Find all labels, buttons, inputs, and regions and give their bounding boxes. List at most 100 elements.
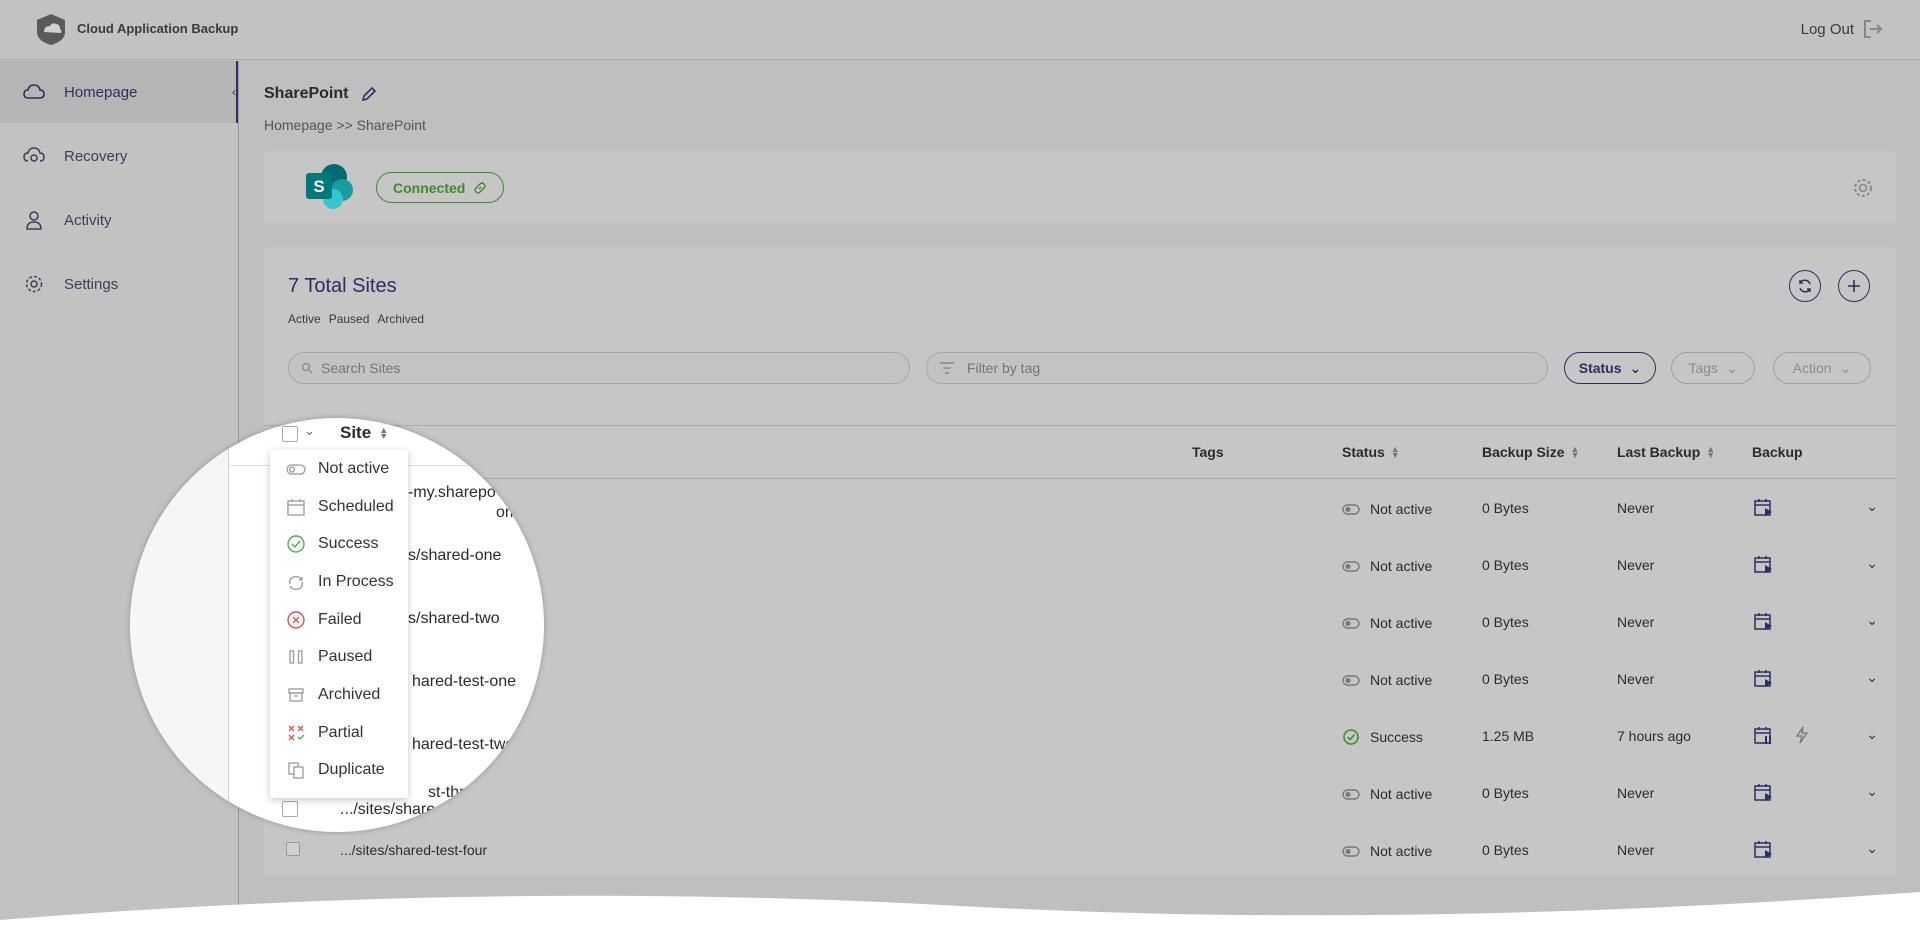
calendar-play-icon[interactable]	[1754, 840, 1774, 860]
calendar-pause-icon[interactable]	[1754, 726, 1774, 746]
menu-item-scheduled[interactable]: Scheduled	[270, 488, 408, 526]
column-site[interactable]: Site ▲ ▼	[340, 423, 388, 443]
select-by-status-menu: Not active Scheduled Success In Process …	[270, 450, 408, 798]
menu-item-in-process[interactable]: In Process	[270, 563, 408, 601]
sidebar-item-label: Settings	[64, 275, 119, 293]
menu-item-archived[interactable]: Archived	[270, 676, 408, 714]
edit-icon[interactable]	[361, 86, 377, 102]
magnified-sidebar	[130, 418, 229, 832]
sidebar-item-homepage[interactable]: Homepage	[0, 61, 238, 123]
sidebar-item-activity[interactable]: Activity	[0, 189, 238, 251]
connected-label: Connected	[393, 179, 466, 196]
toggle-off-icon	[1342, 618, 1360, 629]
duplicate-icon	[288, 762, 304, 780]
column-last-backup[interactable]: Last Backup ▲ ▼	[1617, 444, 1715, 460]
chevron-down-icon[interactable]: ⌄	[1866, 840, 1878, 857]
calendar-play-icon[interactable]	[1754, 783, 1774, 803]
toggle-off-icon	[1342, 504, 1360, 515]
calendar-play-icon[interactable]	[1754, 669, 1774, 689]
chevron-down-icon[interactable]: ⌄	[1866, 669, 1878, 686]
select-all-checkbox[interactable]	[282, 426, 298, 442]
status-cell: Success	[1342, 728, 1423, 746]
column-tags: Tags	[1192, 444, 1224, 460]
chevron-down-icon[interactable]: ⌄	[1866, 612, 1878, 629]
search-sites-box[interactable]	[288, 352, 910, 384]
calendar-play-icon[interactable]	[1754, 498, 1774, 518]
toggle-off-icon	[1342, 846, 1360, 857]
app-logo-icon	[37, 14, 65, 45]
menu-item-paused[interactable]: Paused	[270, 639, 408, 677]
svg-text:S: S	[313, 177, 324, 196]
menu-item-label: Not active	[318, 459, 390, 477]
site-url[interactable]: -my.sharepo	[408, 484, 496, 502]
toggle-off-icon	[1342, 675, 1360, 686]
action-button[interactable]: Action ⌄	[1773, 352, 1871, 384]
menu-item-label: Failed	[318, 610, 362, 628]
calendar-play-icon[interactable]	[1754, 555, 1774, 575]
status-filter-button[interactable]: Status ⌄	[1564, 352, 1656, 384]
tag-filter-input[interactable]	[967, 360, 1515, 376]
cloud-icon	[22, 80, 46, 104]
status-cell: Not active	[1342, 785, 1432, 803]
connection-settings-gear-icon[interactable]	[1852, 177, 1874, 199]
chevron-down-icon[interactable]: ⌄	[1866, 555, 1878, 572]
calendar-play-icon[interactable]	[1754, 612, 1774, 632]
chevron-down-icon: ⌄	[1725, 359, 1738, 376]
filter-active[interactable]: Active	[288, 312, 321, 326]
menu-item-duplicate[interactable]: Duplicate	[270, 752, 408, 790]
status-text: Not active	[1370, 558, 1433, 574]
backup-size: 0 Bytes	[1482, 671, 1529, 687]
menu-item-label: Paused	[318, 648, 373, 666]
column-backup-size[interactable]: Backup Size ▲ ▼	[1482, 444, 1579, 460]
table-row[interactable]: Not active 0 Bytes Never ⌄	[264, 765, 1896, 822]
logout-button[interactable]: Log Out	[1801, 18, 1884, 40]
menu-item-failed[interactable]: Failed	[270, 601, 408, 639]
site-url[interactable]: hared-test-two	[412, 736, 514, 754]
refresh-button[interactable]	[1789, 270, 1821, 302]
last-backup: Never	[1617, 785, 1655, 801]
add-site-button[interactable]	[1838, 270, 1870, 302]
tags-filter-button[interactable]: Tags ⌄	[1671, 352, 1755, 384]
search-input[interactable]	[321, 360, 869, 376]
partial-icon	[288, 725, 305, 741]
refresh-icon	[1799, 279, 1811, 293]
site-url[interactable]: hared-test-one	[412, 673, 516, 691]
sidebar-item-recovery[interactable]: Recovery	[0, 125, 238, 187]
chevron-down-icon[interactable]: ⌄	[1866, 726, 1878, 743]
filter-paused[interactable]: Paused	[329, 312, 370, 326]
status-cell: Not active	[1342, 614, 1432, 632]
column-status[interactable]: Status ▲ ▼	[1342, 444, 1400, 460]
menu-item-not-active[interactable]: Not active	[270, 450, 408, 488]
row-checkbox[interactable]	[282, 801, 298, 817]
backup-size: 0 Bytes	[1482, 557, 1529, 573]
check-circle-icon	[287, 535, 305, 553]
site-url[interactable]: s/shared-two	[408, 610, 500, 628]
filter-icon	[940, 362, 954, 374]
chevron-down-icon[interactable]: ⌄	[1866, 783, 1878, 800]
filter-by-tag-box[interactable]	[926, 352, 1548, 384]
connected-status-badge[interactable]: Connected	[376, 172, 505, 203]
site-url[interactable]: s/shared-one	[408, 547, 501, 565]
filter-archived[interactable]: Archived	[377, 312, 424, 326]
sidebar-item-settings[interactable]: Settings	[0, 253, 238, 315]
site-url[interactable]: .../sites/share	[340, 801, 435, 819]
backup-size: 0 Bytes	[1482, 785, 1529, 801]
lightning-icon[interactable]	[1794, 726, 1810, 744]
top-bar: Cloud Application Backup Log Out	[0, 0, 1920, 60]
sidebar-collapse-icon[interactable]: ‹	[232, 85, 246, 99]
last-backup: Never	[1617, 842, 1655, 858]
menu-item-label: Archived	[318, 686, 381, 704]
menu-item-success[interactable]: Success	[270, 525, 408, 563]
table-row[interactable]: .../sites/shared-test-four Not active 0 …	[264, 822, 1896, 879]
row-checkbox[interactable]	[286, 842, 300, 856]
menu-item-label: Duplicate	[318, 761, 385, 779]
site-url[interactable]: .../sites/shared-test-four	[340, 842, 487, 858]
link-icon	[474, 181, 487, 194]
last-backup: 7 hours ago	[1617, 728, 1691, 744]
toggle-off-icon	[286, 464, 306, 475]
menu-item-partial[interactable]: Partial	[270, 714, 408, 752]
chevron-down-icon[interactable]: ⌄	[1866, 498, 1878, 515]
backup-size: 1.25 MB	[1482, 728, 1535, 744]
chevron-down-icon[interactable]: ⌄	[304, 423, 315, 439]
sidebar-item-label: Recovery	[64, 147, 128, 165]
